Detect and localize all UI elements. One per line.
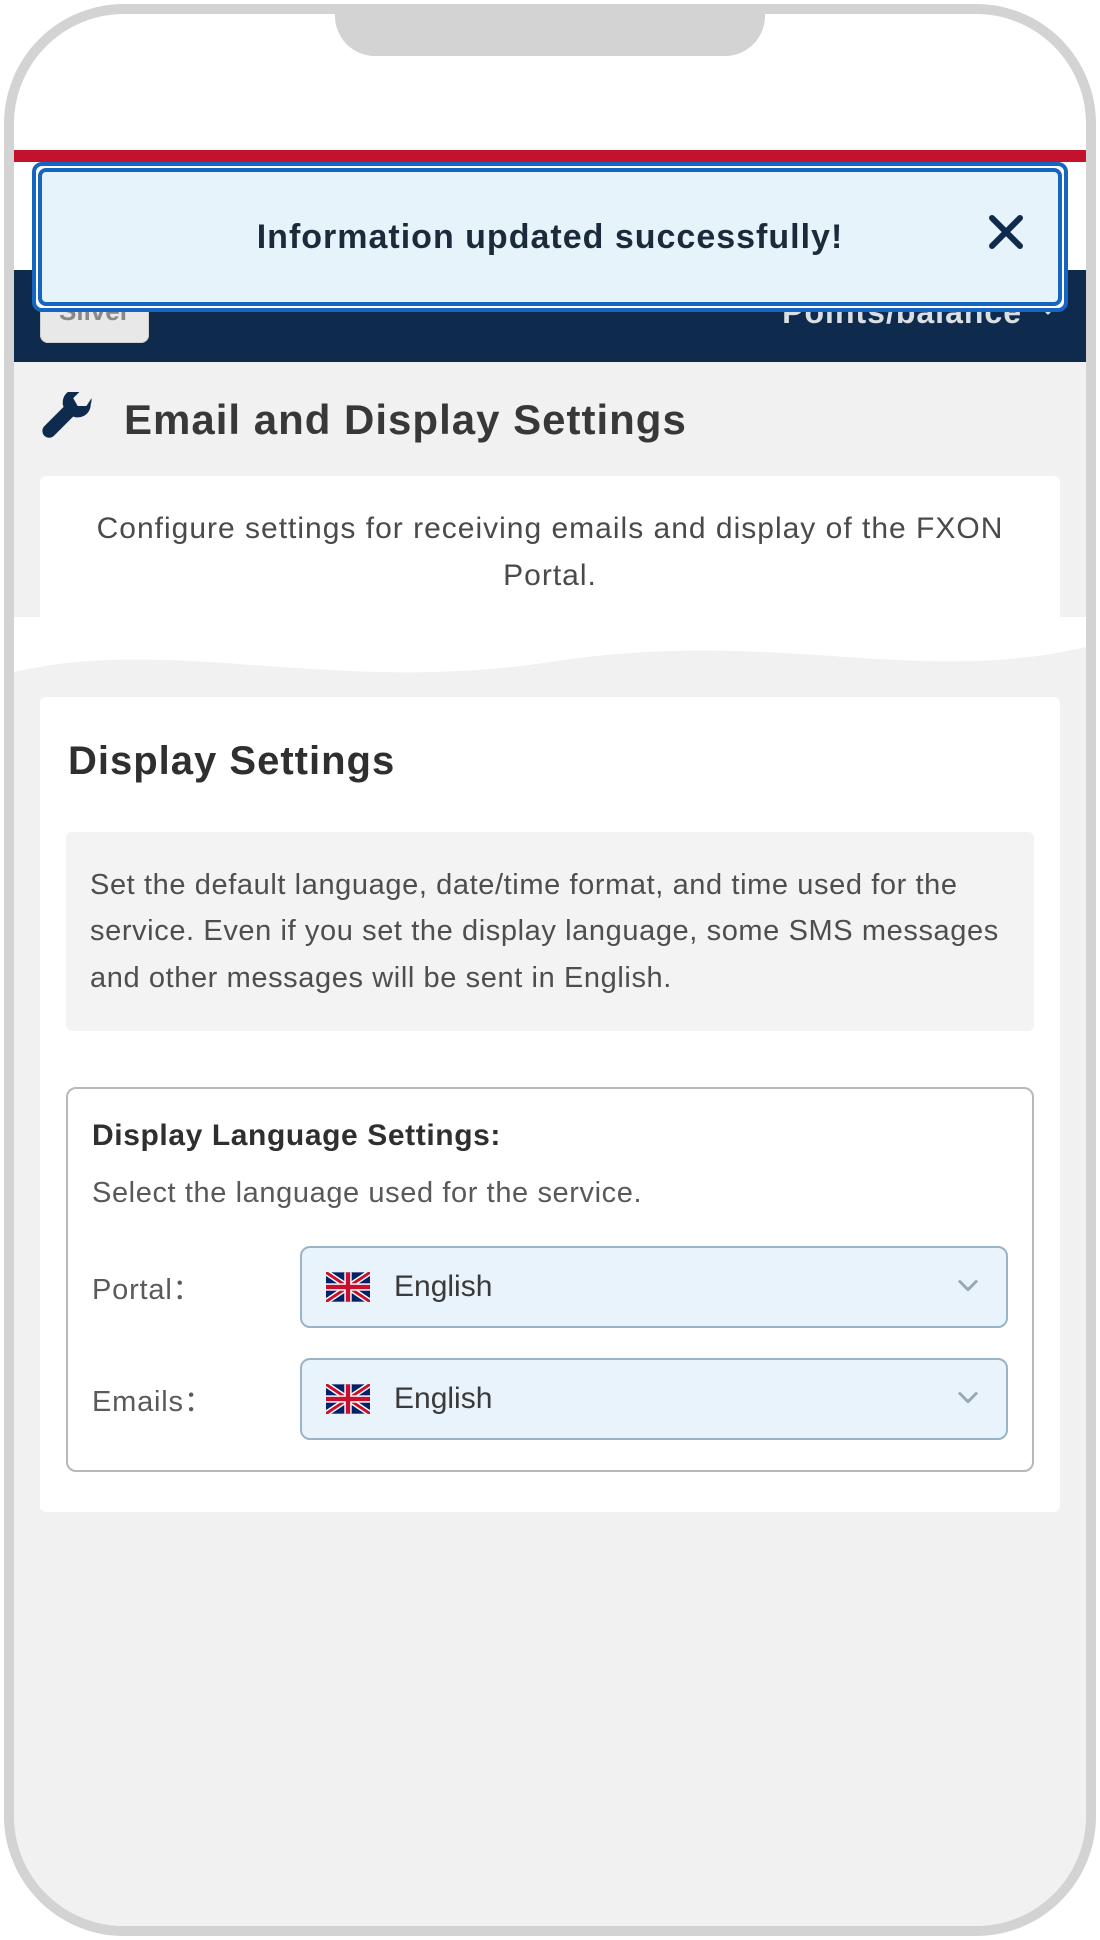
emails-language-select[interactable]: English xyxy=(300,1358,1008,1440)
page-body: Email and Display Settings Configure set… xyxy=(14,362,1086,1926)
portal-language-select[interactable]: English xyxy=(300,1246,1008,1328)
section-title: Display Settings xyxy=(68,739,1034,784)
phone-notch xyxy=(335,8,765,56)
chevron-down-icon xyxy=(954,1383,982,1416)
display-settings-card: Display Settings Set the default languag… xyxy=(40,697,1060,1512)
section-description: Set the default language, date/time form… xyxy=(66,832,1034,1031)
portal-language-value: English xyxy=(394,1270,492,1304)
toast-message: Information updated successfully! xyxy=(257,218,844,257)
language-settings-box: Display Language Settings: Select the la… xyxy=(66,1087,1034,1472)
phone-frame: Silver Points/balance Information update… xyxy=(4,4,1096,1936)
emails-language-label: Emails： xyxy=(92,1378,282,1420)
page-title-row: Email and Display Settings xyxy=(14,362,1086,476)
page-title: Email and Display Settings xyxy=(124,396,687,444)
chevron-down-icon xyxy=(954,1271,982,1304)
section-divider-wave xyxy=(14,617,1086,697)
toast-close-button[interactable] xyxy=(978,204,1034,270)
uk-flag-icon xyxy=(326,1384,370,1414)
uk-flag-icon xyxy=(326,1272,370,1302)
success-toast: Information updated successfully! xyxy=(38,168,1062,306)
portal-language-row: Portal： xyxy=(92,1246,1008,1328)
wrench-icon xyxy=(40,392,96,448)
portal-language-label: Portal： xyxy=(92,1266,282,1308)
emails-language-value: English xyxy=(394,1382,492,1416)
toast-highlight-outline: Information updated successfully! xyxy=(32,162,1068,312)
close-icon xyxy=(986,212,1026,252)
language-settings-title: Display Language Settings: xyxy=(92,1119,1008,1153)
intro-card: Configure settings for receiving emails … xyxy=(40,476,1060,629)
emails-language-row: Emails： xyxy=(92,1358,1008,1440)
brand-accent-bar xyxy=(14,150,1086,162)
language-settings-hint: Select the language used for the service… xyxy=(92,1177,1008,1210)
intro-text: Configure settings for receiving emails … xyxy=(97,512,1004,592)
